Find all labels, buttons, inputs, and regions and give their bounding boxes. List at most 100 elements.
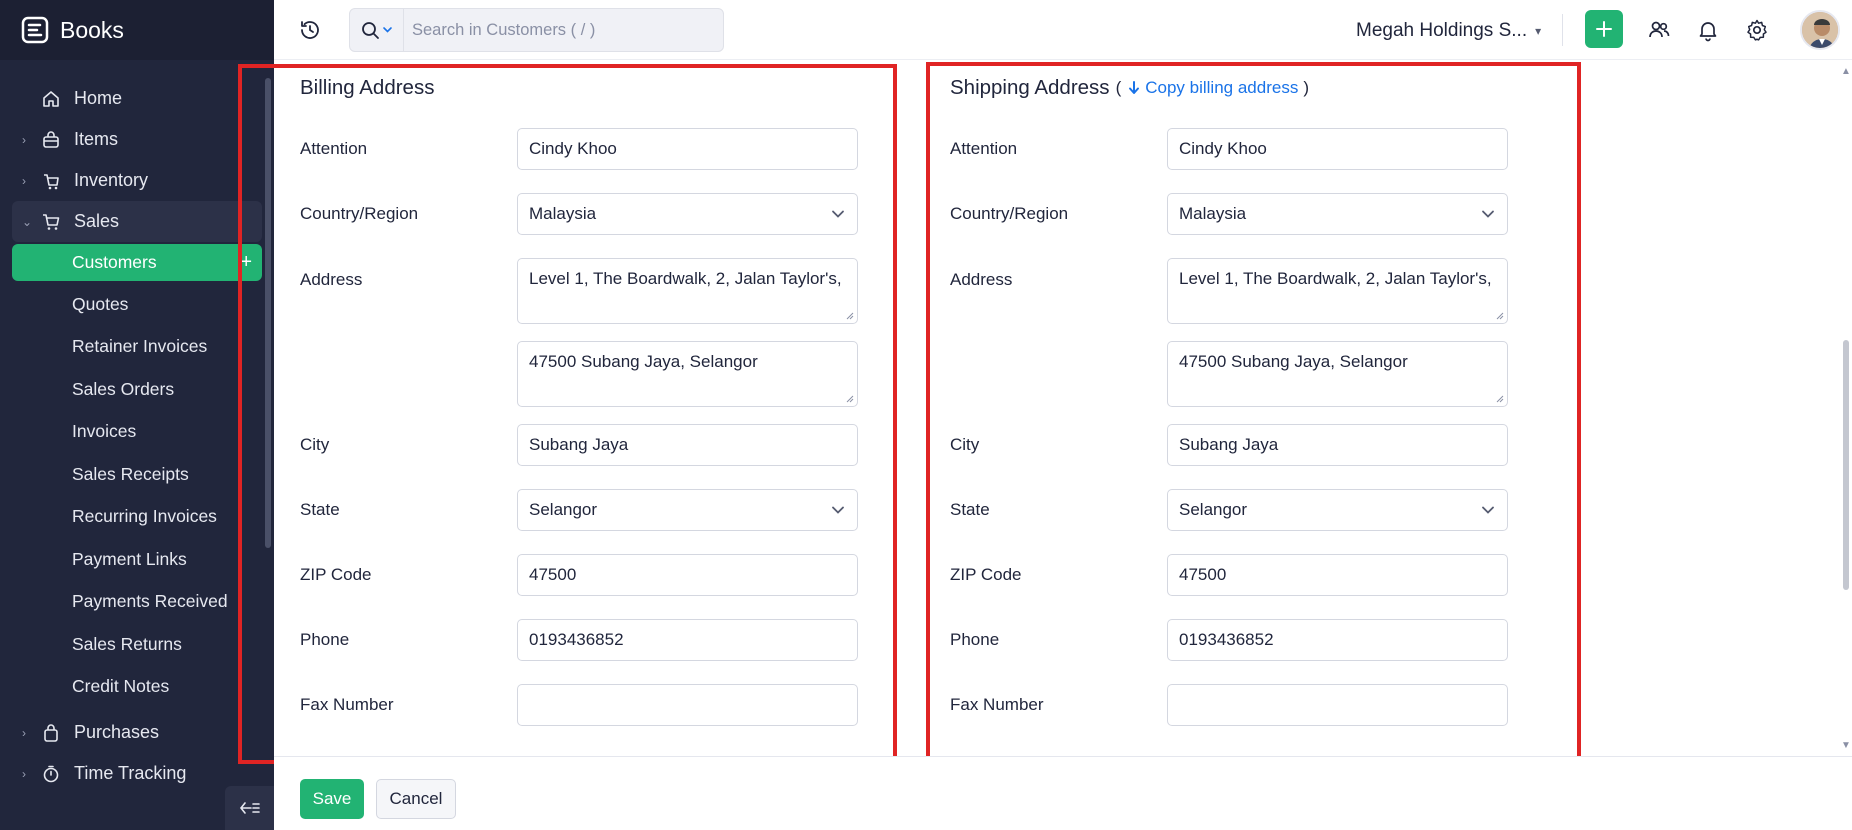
chevron-right-icon[interactable]: › bbox=[22, 767, 32, 781]
sidebar-item-home[interactable]: Home bbox=[0, 78, 274, 119]
sidebar-scrollbar[interactable] bbox=[265, 78, 271, 548]
search-filter-button[interactable] bbox=[350, 9, 404, 51]
sidebar-subitem-quotes[interactable]: Quotes bbox=[0, 283, 274, 326]
shipping-address-label: Address bbox=[950, 270, 1013, 289]
billing-country-select[interactable]: Malaysia bbox=[517, 193, 858, 235]
shipping-state-select[interactable]: Selangor bbox=[1167, 489, 1508, 531]
shipping-address-title: Shipping Address bbox=[950, 76, 1110, 99]
sidebar-subitem-label: Recurring Invoices bbox=[72, 506, 217, 527]
sidebar-nav: Home › Items › Inventory ⌄ Sales Custome… bbox=[0, 60, 274, 794]
bell-icon[interactable] bbox=[1696, 18, 1720, 42]
header-divider bbox=[1562, 14, 1563, 46]
billing-fax-input[interactable] bbox=[517, 684, 858, 726]
resize-grip-icon[interactable] bbox=[1496, 395, 1504, 403]
shipping-phone-label: Phone bbox=[950, 630, 1000, 649]
resize-grip-icon[interactable] bbox=[846, 312, 854, 320]
billing-state-label: State bbox=[300, 500, 340, 519]
field-value: Cindy Khoo bbox=[1179, 139, 1267, 158]
main-scrollbar[interactable]: ▲ ▼ bbox=[1840, 60, 1852, 756]
users-icon[interactable] bbox=[1647, 18, 1671, 42]
billing-address-title: Billing Address bbox=[300, 76, 435, 99]
sidebar-item-label: Inventory bbox=[74, 170, 149, 190]
field-value: 47500 bbox=[1179, 565, 1227, 584]
sidebar-subitem-sales-orders[interactable]: Sales Orders bbox=[0, 368, 274, 411]
sidebar-item-inventory[interactable]: › Inventory bbox=[0, 160, 274, 201]
resize-grip-icon[interactable] bbox=[846, 395, 854, 403]
field-value: Subang Jaya bbox=[1179, 435, 1279, 454]
sidebar-subitem-label: Payment Links bbox=[72, 548, 187, 569]
shipping-phone-input[interactable]: 0193436852 bbox=[1167, 619, 1508, 661]
search-input[interactable] bbox=[404, 20, 704, 40]
save-button[interactable]: Save bbox=[300, 779, 364, 819]
sidebar-item-label: Home bbox=[74, 88, 123, 108]
billing-city-label: City bbox=[300, 435, 330, 454]
form-footer: Save Cancel bbox=[274, 756, 1852, 830]
shipping-address-line2-textarea[interactable]: 47500 Subang Jaya, Selangor bbox=[1167, 341, 1508, 407]
billing-attention-input[interactable]: Cindy Khoo bbox=[517, 128, 858, 170]
field-value: Selangor bbox=[529, 500, 598, 519]
plus-icon bbox=[1596, 21, 1612, 37]
shipping-country-label: Country/Region bbox=[950, 204, 1069, 223]
billing-address-line1-textarea[interactable]: Level 1, The Boardwalk, 2, Jalan Taylor'… bbox=[517, 258, 858, 324]
sidebar-subitem-customers[interactable]: Customers + bbox=[12, 244, 262, 281]
sidebar-subitem-label: Sales Returns bbox=[72, 633, 182, 654]
sidebar-subitem-recurring-invoices[interactable]: Recurring Invoices bbox=[0, 496, 274, 539]
sidebar-item-label: Items bbox=[74, 129, 119, 149]
chevron-right-icon[interactable]: › bbox=[22, 174, 32, 188]
sidebar-subitem-sales-returns[interactable]: Sales Returns bbox=[0, 623, 274, 666]
cancel-button[interactable]: Cancel bbox=[376, 779, 456, 819]
shipping-attention-input[interactable]: Cindy Khoo bbox=[1167, 128, 1508, 170]
chevron-down-icon bbox=[1482, 210, 1494, 218]
field-value: 47500 Subang Jaya, Selangor bbox=[529, 352, 758, 371]
billing-city-input[interactable]: Subang Jaya bbox=[517, 424, 858, 466]
chevron-right-icon[interactable]: › bbox=[22, 133, 32, 147]
org-name: Megah Holdings S... bbox=[1356, 20, 1528, 41]
sidebar-item-sales[interactable]: ⌄ Sales bbox=[12, 201, 262, 242]
shipping-zip-input[interactable]: 47500 bbox=[1167, 554, 1508, 596]
billing-address-line2-textarea[interactable]: 47500 Subang Jaya, Selangor bbox=[517, 341, 858, 407]
scroll-up-icon[interactable]: ▲ bbox=[1841, 66, 1851, 77]
shipping-city-input[interactable]: Subang Jaya bbox=[1167, 424, 1508, 466]
history-icon[interactable] bbox=[298, 18, 322, 42]
sidebar-subitem-sales-receipts[interactable]: Sales Receipts bbox=[0, 453, 274, 496]
shipping-city-label: City bbox=[950, 435, 980, 454]
shipping-address-line1-textarea[interactable]: Level 1, The Boardwalk, 2, Jalan Taylor'… bbox=[1167, 258, 1508, 324]
billing-phone-input[interactable]: 0193436852 bbox=[517, 619, 858, 661]
top-header: Megah Holdings S... ▾ bbox=[274, 0, 1852, 60]
scrollbar-thumb[interactable] bbox=[1843, 340, 1849, 590]
field-value: 47500 Subang Jaya, Selangor bbox=[1179, 352, 1408, 371]
billing-state-select[interactable]: Selangor bbox=[517, 489, 858, 531]
sidebar-item-items[interactable]: › Items bbox=[0, 119, 274, 160]
shipping-country-select[interactable]: Malaysia bbox=[1167, 193, 1508, 235]
brand[interactable]: Books bbox=[0, 0, 274, 60]
basket-icon bbox=[40, 129, 62, 151]
sidebar-subitem-payment-links[interactable]: Payment Links bbox=[0, 538, 274, 581]
timer-icon bbox=[40, 763, 62, 785]
chevron-down-icon: ▾ bbox=[1535, 24, 1542, 38]
sidebar-subitem-invoices[interactable]: Invoices bbox=[0, 411, 274, 454]
billing-zip-input[interactable]: 47500 bbox=[517, 554, 858, 596]
chevron-right-icon[interactable]: › bbox=[22, 726, 32, 740]
sidebar-subitem-retainer-invoices[interactable]: Retainer Invoices bbox=[0, 326, 274, 369]
sidebar-item-label: Purchases bbox=[74, 722, 160, 742]
search-bar bbox=[349, 8, 724, 52]
sidebar: Books Home › Items › Inventory ⌄ Sales C… bbox=[0, 0, 274, 830]
sidebar-subitem-label: Payments Received bbox=[72, 591, 228, 612]
quick-create-button[interactable] bbox=[1585, 10, 1623, 48]
collapse-sidebar-button[interactable] bbox=[225, 786, 274, 830]
sidebar-item-purchases[interactable]: › Purchases bbox=[0, 712, 274, 753]
chevron-down-icon bbox=[832, 210, 844, 218]
add-customer-icon[interactable]: + bbox=[240, 251, 252, 274]
resize-grip-icon[interactable] bbox=[1496, 312, 1504, 320]
field-value: Level 1, The Boardwalk, 2, Jalan Taylor'… bbox=[1179, 269, 1492, 288]
copy-billing-address-link[interactable]: Copy billing address bbox=[1145, 78, 1298, 98]
sidebar-subitem-label: Invoices bbox=[72, 421, 137, 442]
sidebar-subitem-credit-notes[interactable]: Credit Notes bbox=[0, 666, 274, 709]
org-switcher[interactable]: Megah Holdings S... ▾ bbox=[1356, 20, 1541, 42]
shipping-fax-input[interactable] bbox=[1167, 684, 1508, 726]
gear-icon[interactable] bbox=[1745, 18, 1769, 42]
scroll-down-icon[interactable]: ▼ bbox=[1841, 740, 1851, 751]
user-avatar[interactable] bbox=[1800, 10, 1840, 50]
chevron-down-icon[interactable]: ⌄ bbox=[22, 215, 32, 229]
sidebar-subitem-payments-received[interactable]: Payments Received bbox=[0, 581, 274, 624]
